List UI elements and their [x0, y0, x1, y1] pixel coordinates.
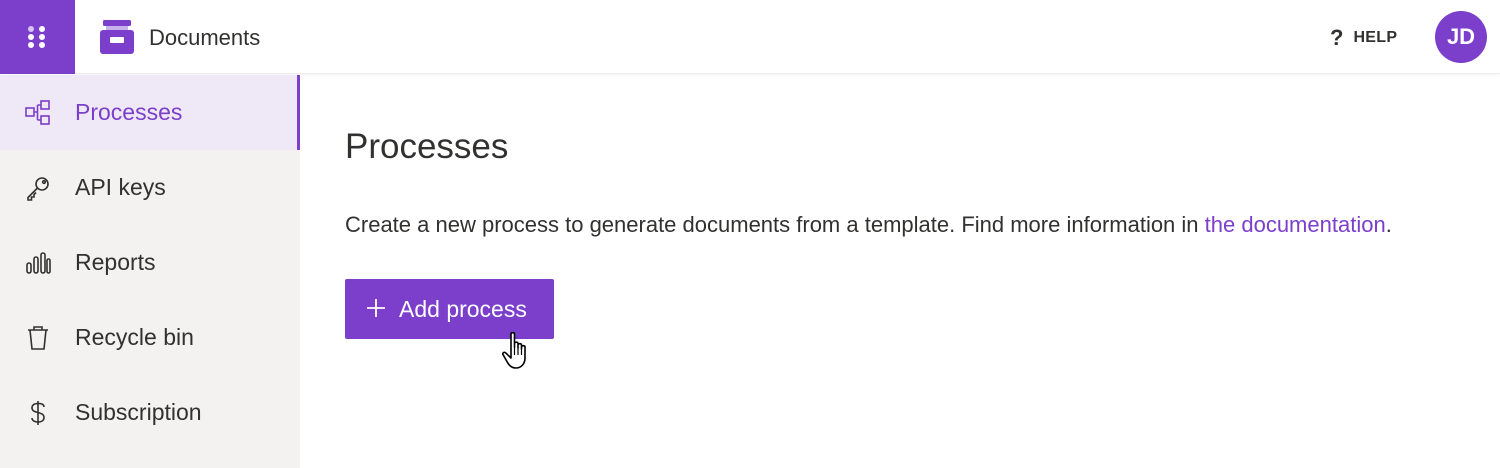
user-avatar[interactable]: JD	[1435, 11, 1487, 63]
question-mark-icon: ?	[1330, 25, 1344, 50]
description-end: .	[1385, 212, 1392, 237]
sidebar-item-label: Recycle bin	[75, 324, 194, 350]
file-cabinet-icon	[100, 20, 134, 54]
help-button[interactable]: ? HELP	[1330, 24, 1397, 52]
sidebar-item-label: Subscription	[75, 399, 202, 425]
page-description: Create a new process to generate documen…	[345, 210, 1392, 240]
sidebar-item-subscription[interactable]: Subscription	[0, 375, 300, 450]
sidebar-item-label: Processes	[75, 99, 183, 125]
sidebar-item-reports[interactable]: Reports	[0, 225, 300, 300]
sidebar: Processes API keys Reports Recycle bin S…	[0, 75, 300, 468]
key-icon	[24, 174, 52, 202]
add-process-button[interactable]: Add process	[345, 279, 554, 339]
plus-icon	[367, 299, 385, 317]
description-text: Create a new process to generate documen…	[345, 212, 1205, 237]
add-process-label: Add process	[399, 296, 527, 322]
sidebar-item-recycle-bin[interactable]: Recycle bin	[0, 300, 300, 375]
processes-icon	[24, 99, 52, 127]
trash-icon	[24, 324, 52, 352]
bar-chart-icon	[24, 249, 52, 277]
waffle-icon	[27, 26, 45, 48]
sidebar-item-label: API keys	[75, 174, 166, 200]
sidebar-item-api-keys[interactable]: API keys	[0, 150, 300, 225]
dollar-icon	[24, 399, 52, 427]
page-title: Processes	[345, 127, 509, 166]
help-label: HELP	[1353, 29, 1398, 46]
app-launcher-button[interactable]	[0, 0, 75, 74]
sidebar-item-label: Reports	[75, 249, 156, 275]
app-title: Documents	[149, 25, 261, 50]
sidebar-item-processes[interactable]: Processes	[0, 75, 300, 150]
top-bar: Documents ? HELP JD	[0, 0, 1500, 74]
documentation-link[interactable]: the documentation	[1205, 212, 1386, 237]
